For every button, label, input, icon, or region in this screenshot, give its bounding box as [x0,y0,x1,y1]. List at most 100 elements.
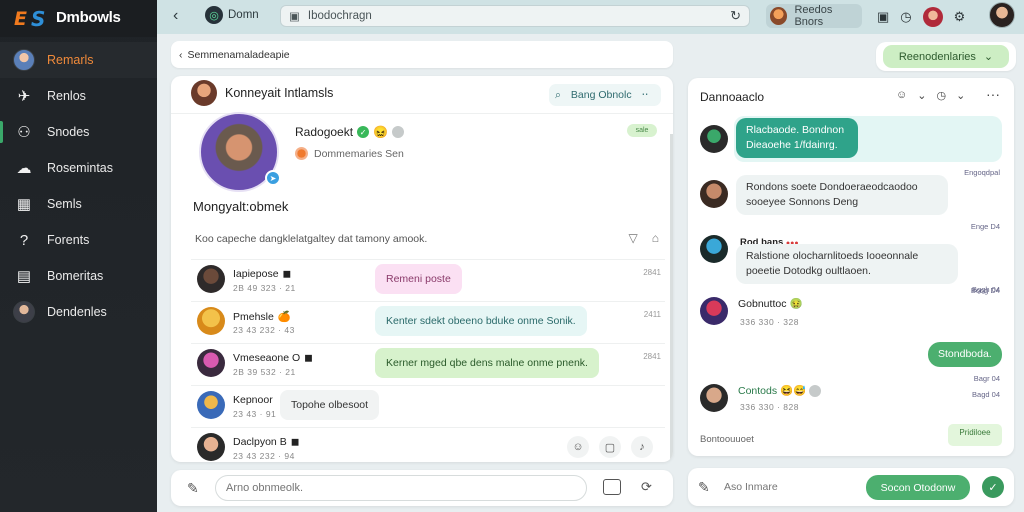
sidebar-item-snodes[interactable]: ⚇ Snodes [0,114,157,150]
image-icon[interactable]: ▢ [599,436,621,458]
message-time: 2411 [643,310,661,319]
emoji-icon: 🍊 [277,311,291,323]
image-icon[interactable] [603,479,621,495]
sender-name: Vmeseaone O ◼ [233,352,313,364]
more-icon: ⋅⋅ [641,89,649,101]
attach-icon[interactable]: ✎ [698,479,710,496]
more-icon[interactable]: ··· [986,86,1000,102]
conversation-title: Konneyait Intlamsls [225,86,334,100]
scrollbar[interactable] [670,134,673,462]
sender-name-text: Iapiepose [233,268,279,280]
user-chip[interactable]: Reedos Bnors [766,4,862,28]
message-meta: 23 43 232 · 43 [233,325,295,335]
section-description: Koo capeche dangklelatgaltey dat tamony … [195,233,428,245]
sidebar-item-rosemintas[interactable]: ☁ Rosemintas [0,150,157,186]
sidebar-item-label: Forents [47,233,90,247]
emoji-icon: 😆😅 [780,385,807,397]
list-item[interactable]: Daclpyon B ◼ 23 43 232 · 94 ☺ ▢ ♪ [191,427,665,462]
settings-icon[interactable]: ⚙ [954,9,966,25]
message-time: Bagd 04 [972,390,1000,399]
top-icon-group: ▣ ◷ ⚙ [877,7,965,27]
message-input[interactable] [215,475,587,501]
sidebar-item-semls[interactable]: ▦ Semls [0,186,157,222]
sidebar-item-remarls[interactable]: Remarls [0,42,157,78]
breadcrumb[interactable]: ‹ Semmenamaladeapie [171,41,673,68]
filter-icon[interactable]: ▽ [629,231,638,245]
list-item[interactable]: Vmeseaone O ◼ 2B 39 532 · 21 Kerner mged … [191,343,665,385]
camera-icon: ◼ [282,268,292,280]
sender-name: Pmehsle 🍊 [233,310,291,324]
message-meta: 23 43 232 · 94 [233,451,295,461]
message-bubble: Kerner mged qbe dens malne onme pnenk. [375,348,599,378]
avatar [197,349,225,377]
sender-name: Kepnoor [233,394,273,406]
emoji-icon[interactable]: ☺ [896,89,907,102]
message-bubble: Stondboda. [928,342,1002,367]
message-meta: 336 330 · 328 [740,317,799,327]
row-actions: ☺ ▢ ♪ [567,436,653,458]
brand-chip[interactable]: ◎ Domn [205,6,259,24]
message-list: Iapiepose ◼ 2B 49 323 · 21 Remeni poste 2… [191,259,665,462]
sidebar-item-label: Rosemintas [47,161,113,175]
refresh-icon[interactable]: ⟳ [641,479,652,495]
avatar [700,180,728,208]
address-bar[interactable]: ▣ Ibodochragn ↻ [280,5,750,27]
gear-icon [392,126,404,138]
top-bar: ‹ ◎ Domn ▣ Ibodochragn ↻ Reedos Bnors ▣ … [157,0,1024,34]
avatar [197,265,225,293]
section-title: Mongyalt:obmek [193,199,289,214]
profile-subtitle-text: Dommemaries Sen [314,147,404,160]
send-button[interactable]: Socon Otodonw [866,475,970,500]
message-bubble: Rlacbaode. Bondnon Dieaoehe 1/fdainrg. [736,118,858,158]
chat-title: Dannoaaclo [700,90,765,104]
chevron-left-icon: ‹ [179,48,183,61]
gear-icon [809,384,822,397]
message-bubble: Topohe olbesoot [280,390,380,420]
reload-icon[interactable]: ↻ [730,8,741,24]
sidebar-item-label: Dendenles [47,305,107,319]
profile-avatar[interactable] [989,2,1015,28]
emoji-icon[interactable]: ☺ [567,436,589,458]
dropdown-icon[interactable]: ⌄ [956,89,965,102]
avatar [700,384,728,412]
avatar [13,301,35,323]
sender-name-text: Daclpyon B [233,436,287,448]
conversation-panel: Konneyait Intlamsls ⌕ Bang Obnolc ⋅⋅ ➤ R… [171,76,673,462]
sidebar-item-label: Semls [47,197,82,211]
message-composer: ✎ ⟳ [171,470,673,506]
list-item[interactable]: Pmehsle 🍊 23 43 232 · 43 Kenter sdekt obe… [191,301,665,343]
message-time: Bagr 04 [973,374,1000,383]
profile-name: Radogoekt ✓ 😖 [295,125,404,139]
avatar[interactable] [922,7,943,27]
mic-icon[interactable]: ♪ [631,436,653,458]
sender-name-text: Kepnoor [233,394,273,406]
grid-icon: ▦ [16,196,32,213]
back-icon[interactable]: ‹ [173,7,178,25]
sidebar-nav: Remarls ✈ Renlos ⚇ Snodes ☁ Rosemintas ▦… [0,42,157,330]
dropdown-icon[interactable]: ⌄ [917,89,926,102]
message-meta: 2B 49 323 · 21 [233,283,296,293]
message-meta: 2B 39 532 · 21 [233,367,296,377]
action-pill[interactable]: Reenodenlaries ⌄ [876,42,1016,71]
avatar[interactable] [191,80,217,106]
app-logo[interactable]: ES Dmbowls [14,4,121,31]
brand-icon: ◎ [205,6,223,24]
sidebar-item-bomeritas[interactable]: ▤ Bomeritas [0,258,157,294]
clock-icon[interactable]: ◷ [900,9,911,25]
check-icon[interactable]: ✓ [982,476,1004,498]
search-pill[interactable]: ⌕ Bang Obnolc ⋅⋅ [549,84,661,106]
sidebar-item-renlos[interactable]: ✈ Renlos [0,78,157,114]
list-item[interactable]: Iapiepose ◼ 2B 49 323 · 21 Remeni poste 2… [191,259,665,301]
message-time: Engoqdpal [964,168,1000,177]
list-item[interactable]: Kepnoor 23 43 · 91 Topohe olbesoot [191,385,665,427]
clock-icon[interactable]: ◷ [936,89,946,102]
message-icon[interactable]: ▣ [877,9,889,25]
lock-icon[interactable]: ⌂ [652,231,659,245]
attach-icon[interactable]: ✎ [187,480,199,497]
sidebar-item-label: Remarls [47,53,94,67]
sender-name-text: Gobnuttoc [738,297,787,310]
emoji-icon: 🤢 [789,298,803,310]
sidebar-item-forents[interactable]: ? Forents [0,222,157,258]
sidebar-item-dendenles[interactable]: Dendenles [0,294,157,330]
chat-input[interactable] [724,476,864,498]
